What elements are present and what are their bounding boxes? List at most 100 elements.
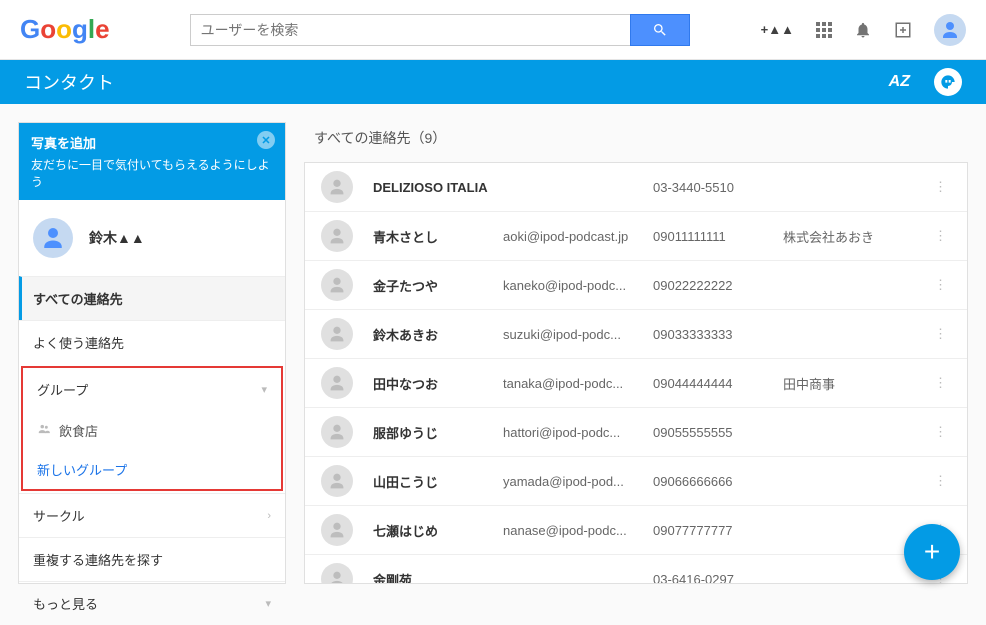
contact-list[interactable]: DELIZIOSO ITALIA03-3440-5510⋮青木さとしaoki@i… — [304, 162, 968, 584]
contact-row[interactable]: DELIZIOSO ITALIA 03-3440-5510 ⋮ — [305, 163, 967, 212]
promo-banner: 写真を追加 友だちに一目で気付いてもらえるようにしよう ✕ — [19, 123, 285, 200]
header-right: +▲▲ — [761, 14, 966, 46]
contact-row[interactable]: 七瀬はじめnanase@ipod-podc...09077777777⋮ — [305, 506, 967, 555]
chevron-down-icon: ▾ — [265, 597, 271, 610]
contact-avatar — [321, 563, 353, 584]
contact-name: 金剛苑 — [373, 570, 503, 585]
contact-phone: 03-6416-0297 — [653, 572, 783, 585]
contact-company: 株式会社あおき — [783, 227, 930, 246]
groups-highlight: グループ ▾ 飲食店 新しいグループ — [21, 366, 283, 491]
sort-az-icon[interactable]: AZ — [889, 73, 910, 91]
contact-phone: 09066666666 — [653, 474, 783, 489]
more-icon[interactable]: ⋮ — [930, 179, 951, 195]
contact-email: hattori@ipod-podc... — [503, 425, 653, 440]
contact-email: tanaka@ipod-podc... — [503, 376, 653, 391]
more-icon[interactable]: ⋮ — [930, 375, 951, 391]
sidebar-item-label: 重複する連絡先を探す — [33, 550, 163, 569]
promo-title: 写真を追加 — [31, 133, 273, 152]
chevron-down-icon: ▾ — [261, 383, 267, 396]
new-group-link[interactable]: 新しいグループ — [23, 450, 281, 489]
promo-text: 友だちに一目で気付いてもらえるようにしよう — [31, 156, 273, 190]
app-bar: コンタクト AZ — [0, 60, 986, 104]
search-button[interactable] — [630, 14, 690, 46]
more-icon[interactable]: ⋮ — [930, 326, 951, 342]
group-item-restaurant[interactable]: 飲食店 — [23, 411, 281, 450]
contact-avatar — [321, 367, 353, 399]
search-icon — [652, 22, 668, 38]
contact-avatar — [321, 269, 353, 301]
profile-avatar — [33, 218, 73, 258]
sidebar-item-more[interactable]: もっと見る ▾ — [19, 581, 285, 625]
contact-row[interactable]: 鈴木あきおsuzuki@ipod-podc...09033333333 ⋮ — [305, 310, 967, 359]
contact-phone: 09033333333 — [653, 327, 783, 342]
contact-name: 服部ゆうじ — [373, 423, 503, 442]
profile-name: 鈴木▲▲ — [89, 228, 145, 248]
contact-phone: 09011111111 — [653, 229, 783, 244]
content-area: すべての連絡先（9） DELIZIOSO ITALIA 03-3440-5510 ⋮… — [304, 122, 968, 584]
contact-row[interactable]: 山田こうじyamada@ipod-pod...09066666666 ⋮ — [305, 457, 967, 506]
search-input[interactable] — [190, 14, 630, 46]
plus-user-link[interactable]: +▲▲ — [761, 22, 794, 37]
contact-email: suzuki@ipod-podc... — [503, 327, 653, 342]
contact-name: 田中なつお — [373, 374, 503, 393]
add-contact-fab[interactable]: + — [904, 524, 960, 580]
more-icon[interactable]: ⋮ — [930, 228, 951, 244]
main-area: 写真を追加 友だちに一目で気付いてもらえるようにしよう ✕ 鈴木▲▲ すべての連… — [0, 104, 986, 602]
google-logo[interactable]: Google — [20, 14, 110, 45]
contact-email: kaneko@ipod-podc... — [503, 278, 653, 293]
contact-name: 山田こうじ — [373, 472, 503, 491]
contact-email: nanase@ipod-podc... — [503, 523, 653, 538]
profile-block[interactable]: 鈴木▲▲ — [19, 200, 285, 276]
apps-icon[interactable] — [816, 22, 832, 38]
contact-name: 金子たつや — [373, 276, 503, 295]
account-avatar[interactable] — [934, 14, 966, 46]
sidebar-item-label: グループ — [37, 380, 88, 399]
contact-row[interactable]: 金子たつやkaneko@ipod-podc...09022222222 ⋮ — [305, 261, 967, 310]
contact-avatar — [321, 318, 353, 350]
contact-name: 青木さとし — [373, 227, 503, 246]
contact-phone: 09022222222 — [653, 278, 783, 293]
contact-email: yamada@ipod-pod... — [503, 474, 653, 489]
contact-name: 七瀬はじめ — [373, 521, 503, 540]
content-title: すべての連絡先（9） — [304, 122, 968, 162]
contact-row[interactable]: 青木さとしaoki@ipod-podcast.jp09011111111株式会社… — [305, 212, 967, 261]
contact-name: 鈴木あきお — [373, 325, 503, 344]
contact-phone: 03-3440-5510 — [653, 180, 783, 195]
sidebar-item-label: サークル — [33, 506, 85, 525]
promo-close-icon[interactable]: ✕ — [257, 131, 275, 149]
share-icon[interactable] — [894, 21, 912, 39]
sidebar: 写真を追加 友だちに一目で気付いてもらえるようにしよう ✕ 鈴木▲▲ すべての連… — [18, 122, 286, 584]
sidebar-item-circles[interactable]: サークル › — [19, 493, 285, 537]
group-icon — [37, 422, 51, 439]
app-title: コンタクト — [24, 69, 114, 95]
contact-avatar — [321, 465, 353, 497]
contact-row[interactable]: 田中なつおtanaka@ipod-podc...09044444444田中商事⋮ — [305, 359, 967, 408]
sidebar-item-label: すべての連絡先 — [33, 289, 123, 308]
contact-email: aoki@ipod-podcast.jp — [503, 229, 653, 244]
contact-phone: 09044444444 — [653, 376, 783, 391]
app-bar-actions: AZ — [889, 68, 962, 96]
chevron-right-icon: › — [267, 510, 271, 522]
more-icon[interactable]: ⋮ — [930, 277, 951, 293]
plus-icon: + — [924, 536, 940, 568]
contact-row[interactable]: 金剛苑03-6416-0297⋮ — [305, 555, 967, 584]
more-icon[interactable]: ⋮ — [930, 473, 951, 489]
sidebar-item-label: よく使う連絡先 — [33, 333, 124, 352]
sidebar-item-label: もっと見る — [33, 594, 98, 613]
search-box — [190, 14, 690, 46]
app-header: Google +▲▲ — [0, 0, 986, 60]
more-icon[interactable]: ⋮ — [930, 424, 951, 440]
contact-avatar — [321, 220, 353, 252]
contact-phone: 09077777777 — [653, 523, 783, 538]
hangouts-icon[interactable] — [934, 68, 962, 96]
sidebar-item-all-contacts[interactable]: すべての連絡先 — [19, 276, 285, 320]
contact-phone: 09055555555 — [653, 425, 783, 440]
contact-avatar — [321, 416, 353, 448]
sidebar-item-groups[interactable]: グループ ▾ — [23, 368, 281, 411]
sidebar-item-duplicates[interactable]: 重複する連絡先を探す — [19, 537, 285, 581]
notifications-icon[interactable] — [854, 21, 872, 39]
contact-row[interactable]: 服部ゆうじhattori@ipod-podc...09055555555 ⋮ — [305, 408, 967, 457]
sidebar-item-frequent[interactable]: よく使う連絡先 — [19, 320, 285, 364]
contact-name: DELIZIOSO ITALIA — [373, 180, 503, 195]
contact-avatar — [321, 171, 353, 203]
